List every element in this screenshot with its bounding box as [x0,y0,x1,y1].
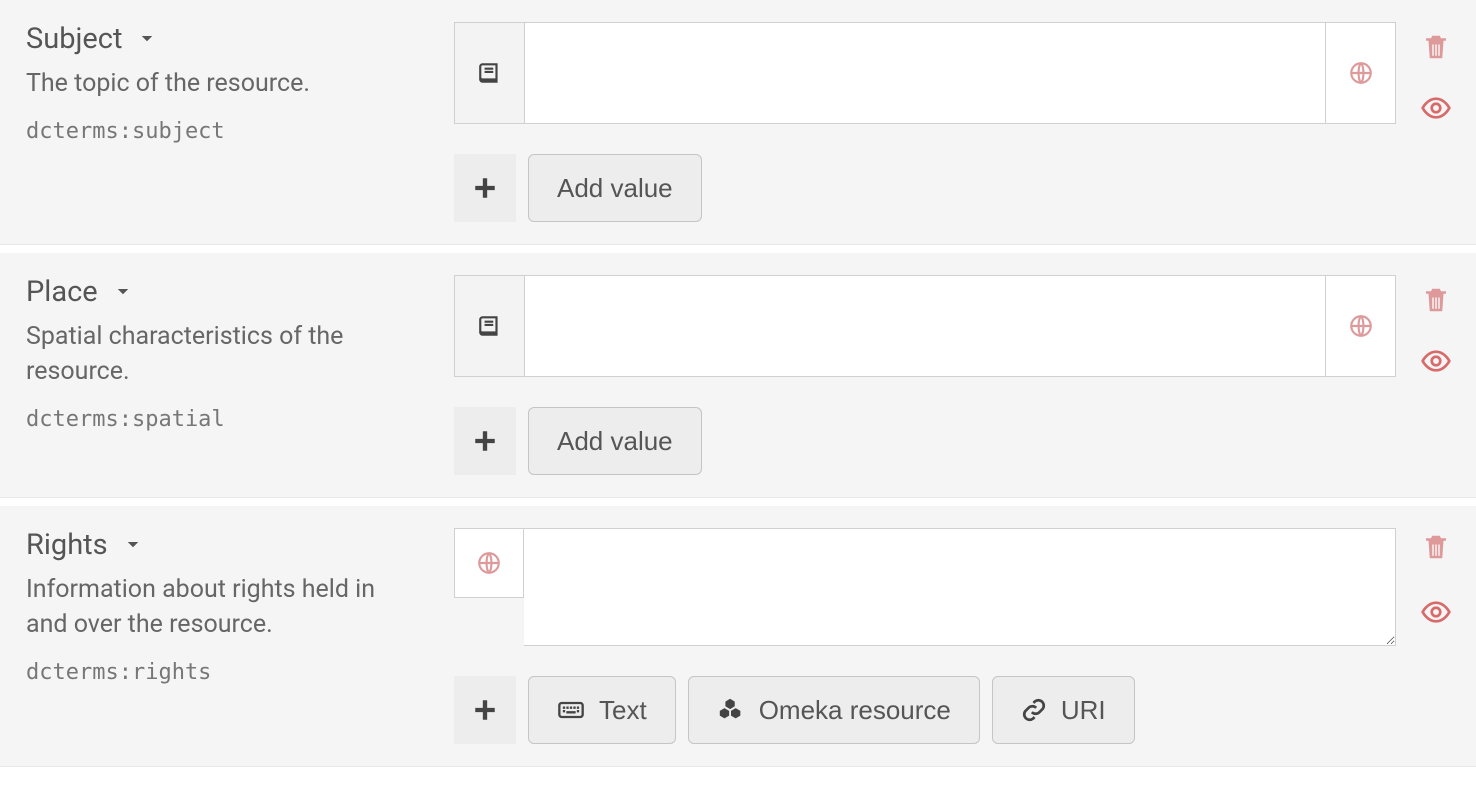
add-value-plus-button[interactable] [454,154,516,222]
property-description: Information about rights held in and ove… [26,572,406,642]
value-actions [1396,528,1452,646]
value-textarea-row [454,528,1452,646]
link-icon [1021,697,1047,723]
value-text-input[interactable] [525,23,1325,123]
property-meta: Subject The topic of the resource. dcter… [0,0,430,244]
value-textarea-wrap [454,528,1396,646]
delete-value-button[interactable] [1421,32,1451,62]
property-term: dcterms:subject [26,119,406,144]
button-label: Text [599,695,647,726]
language-button[interactable] [1325,23,1395,123]
keyboard-icon [557,696,585,724]
property-term: dcterms:spatial [26,407,406,432]
property-values: Add value [430,253,1476,497]
add-value-row: Text Omeka resource URI [454,676,1452,744]
property-title-text: Rights [26,528,108,562]
add-text-value-button[interactable]: Text [528,676,676,744]
delete-value-button[interactable] [1421,532,1451,562]
delete-value-button[interactable] [1421,285,1451,315]
caret-down-icon [124,536,142,554]
value-input-row [454,22,1452,124]
visibility-toggle-button[interactable] [1420,345,1452,377]
customvocab-icon [455,276,525,376]
customvocab-icon [455,23,525,123]
property-title-toggle[interactable]: Rights [26,528,142,562]
add-value-button[interactable]: Add value [528,407,702,475]
value-actions [1396,275,1452,377]
property-term: dcterms:rights [26,660,406,685]
value-textarea[interactable] [524,528,1396,646]
property-row-place: Place Spatial characteristics of the res… [0,253,1476,498]
add-value-row: Add value [454,407,1452,475]
cubes-icon [717,696,745,724]
button-label: Add value [557,173,673,204]
property-values: Add value [430,0,1476,244]
value-input-wrap [454,22,1396,124]
property-meta: Rights Information about rights held in … [0,506,430,766]
property-description: Spatial characteristics of the resource. [26,319,406,389]
visibility-toggle-button[interactable] [1420,92,1452,124]
visibility-toggle-button[interactable] [1420,596,1452,628]
property-title-toggle[interactable]: Subject [26,22,156,56]
property-row-rights: Rights Information about rights held in … [0,506,1476,767]
value-actions [1396,22,1452,124]
add-value-plus-button[interactable] [454,407,516,475]
property-values: Text Omeka resource URI [430,506,1476,766]
add-value-row: Add value [454,154,1452,222]
button-label: Omeka resource [759,695,951,726]
caret-down-icon [114,283,132,301]
add-uri-value-button[interactable]: URI [992,676,1135,744]
property-meta: Place Spatial characteristics of the res… [0,253,430,497]
property-row-subject: Subject The topic of the resource. dcter… [0,0,1476,245]
add-value-plus-button[interactable] [454,676,516,744]
property-title-text: Place [26,275,98,309]
caret-down-icon [138,30,156,48]
add-value-button[interactable]: Add value [528,154,702,222]
value-text-input[interactable] [525,276,1325,376]
language-button[interactable] [1325,276,1395,376]
property-description: The topic of the resource. [26,66,406,101]
add-resource-value-button[interactable]: Omeka resource [688,676,980,744]
property-title-toggle[interactable]: Place [26,275,132,309]
value-input-wrap [454,275,1396,377]
value-input-row [454,275,1452,377]
button-label: Add value [557,426,673,457]
language-button[interactable] [454,528,524,598]
button-label: URI [1061,695,1106,726]
property-title-text: Subject [26,22,122,56]
